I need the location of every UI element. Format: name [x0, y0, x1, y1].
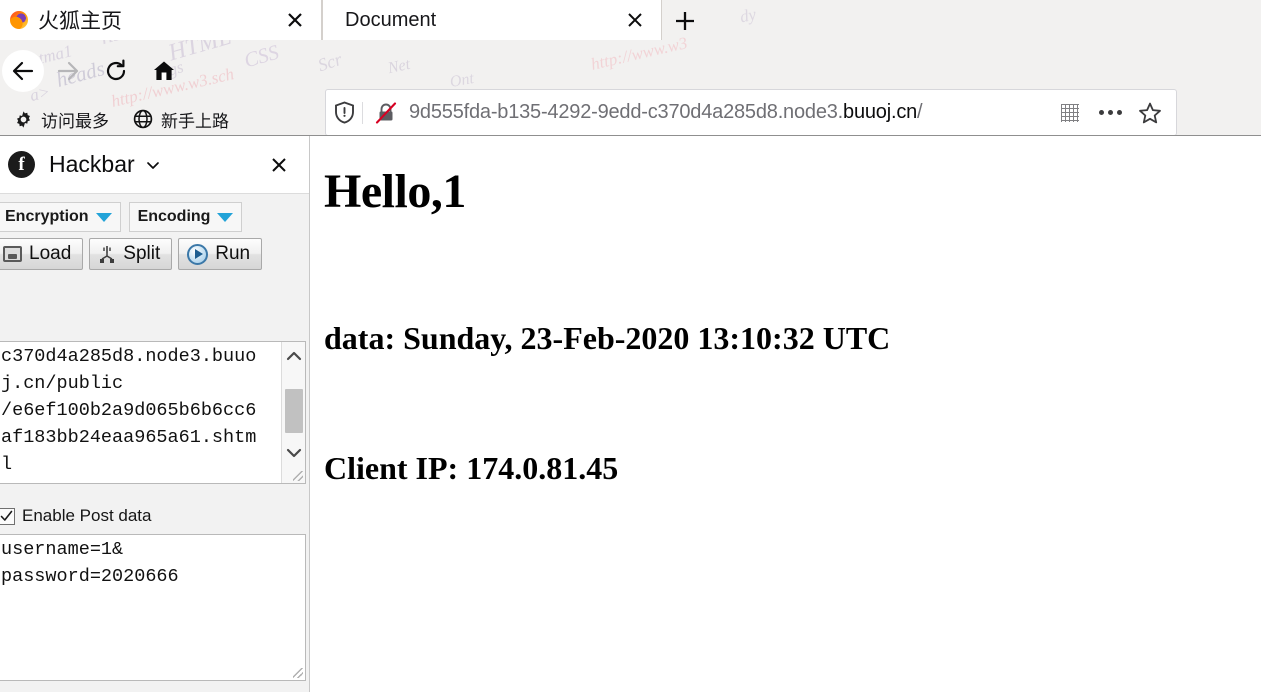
- load-icon: [3, 246, 22, 262]
- gear-icon: [17, 110, 30, 128]
- tab-document[interactable]: Document: [322, 0, 662, 40]
- enable-post-data-row[interactable]: Enable Post data: [0, 506, 151, 526]
- hackbar-button-row: Load Split Run: [0, 232, 309, 270]
- page-client-ip-line: Client IP: 174.0.81.45: [324, 450, 619, 486]
- post-data-textarea[interactable]: username=1& password=2020666: [0, 534, 306, 681]
- url-textarea[interactable]: 9d555fda-b135-4292-9edd- c370d4a285d8.no…: [0, 341, 306, 484]
- chevron-down-icon[interactable]: [145, 157, 161, 173]
- enable-post-data-checkbox[interactable]: [0, 507, 15, 525]
- tab-title: Document: [345, 8, 437, 31]
- close-icon[interactable]: [623, 8, 647, 32]
- post-data-value: username=1& password=2020666: [1, 539, 179, 587]
- bookmark-item-getting-started[interactable]: 新手上路: [123, 105, 239, 133]
- chevron-up-icon[interactable]: [282, 345, 305, 367]
- split-icon: [100, 245, 115, 263]
- run-button[interactable]: Run: [178, 238, 263, 270]
- encoding-dropdown-label: Encoding: [137, 208, 211, 225]
- globe-icon: [133, 109, 153, 129]
- check-icon: [0, 510, 13, 521]
- hackbar-sidebar: f Hackbar Encryption Encoding Load Split…: [0, 136, 310, 692]
- firefox-logo-icon: [10, 11, 28, 29]
- back-arrow-icon[interactable]: [2, 50, 44, 92]
- navigation-toolbar: 9d555fda-b135-4292-9edd-c370d4a285d8.nod…: [0, 40, 1261, 136]
- close-icon[interactable]: [266, 152, 292, 178]
- tab-strip: 火狐主页 Document: [0, 0, 1261, 40]
- hackbar-logo-icon: f: [8, 151, 35, 178]
- chevron-down-icon: [217, 212, 234, 222]
- reload-icon[interactable]: [96, 51, 136, 91]
- encryption-dropdown-label: Encryption: [5, 208, 89, 225]
- enable-post-data-label: Enable Post data: [22, 506, 152, 525]
- hackbar-dropdown-row: Encryption Encoding: [0, 194, 309, 232]
- bookmark-label: 访问最多: [41, 111, 109, 131]
- url-textarea-value: 9d555fda-b135-4292-9edd- c370d4a285d8.no…: [1, 346, 257, 475]
- home-icon[interactable]: [144, 51, 184, 91]
- bookmarks-bar: 访问最多 新手上路: [0, 102, 1261, 136]
- bookmark-label: 新手上路: [161, 111, 229, 131]
- browser-window: spectEdith1divnsoleHTMLCSSScrhtma1NetOnt…: [0, 0, 1261, 692]
- tab-firefox-home[interactable]: 火狐主页: [0, 0, 322, 40]
- split-button[interactable]: Split: [89, 238, 173, 270]
- resize-grip[interactable]: [293, 471, 303, 481]
- hackbar-panel: Encryption Encoding Load Split Run c370d…: [0, 194, 309, 692]
- load-button-label: Load: [29, 243, 72, 264]
- scrollbar-thumb[interactable]: [285, 389, 303, 433]
- page-title: Hello,1: [324, 165, 466, 218]
- browser-chrome: spectEdith1divnsoleHTMLCSSScrhtma1NetOnt…: [0, 0, 1261, 136]
- load-button[interactable]: Load: [0, 238, 84, 270]
- close-icon[interactable]: [283, 8, 307, 32]
- run-play-icon: [187, 243, 209, 265]
- url-textarea-scrollbar[interactable]: [281, 342, 305, 483]
- run-button-label: Run: [215, 243, 251, 264]
- split-button-label: Split: [123, 243, 161, 264]
- sidebar-title: Hackbar: [49, 151, 135, 177]
- encryption-dropdown[interactable]: Encryption: [0, 202, 121, 232]
- new-tab-button[interactable]: [668, 4, 702, 38]
- encoding-dropdown[interactable]: Encoding: [128, 202, 243, 232]
- sidebar-header: f Hackbar: [0, 136, 309, 194]
- chevron-down-icon[interactable]: [282, 442, 305, 464]
- bookmark-item-most-visited[interactable]: 访问最多: [4, 105, 119, 133]
- chevron-down-icon: [95, 212, 112, 222]
- forward-arrow-icon[interactable]: [48, 51, 88, 91]
- tab-title: 火狐主页: [38, 10, 122, 33]
- plus-icon: [676, 12, 694, 30]
- resize-grip[interactable]: [293, 668, 303, 678]
- page-date-line: data: Sunday, 23-Feb-2020 13:10:32 UTC: [324, 320, 891, 356]
- page-viewport: Hello,1 data: Sunday, 23-Feb-2020 13:10:…: [311, 136, 1261, 692]
